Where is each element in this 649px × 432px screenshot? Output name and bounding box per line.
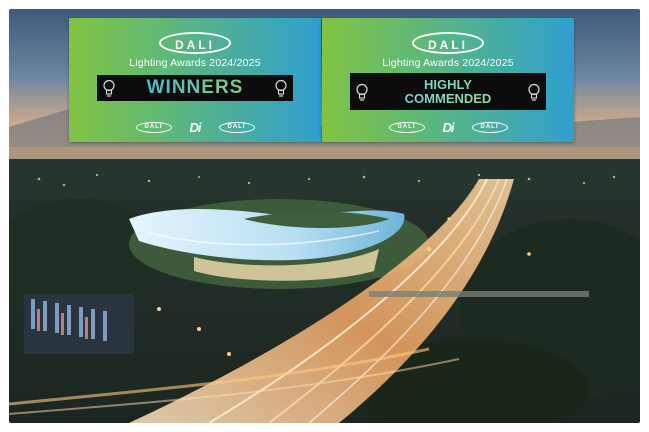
di-logo: Di xyxy=(442,119,455,135)
di-logo: Di xyxy=(189,119,202,135)
dali-logo: DALI xyxy=(135,121,172,133)
status-label: WINNERS xyxy=(121,75,269,101)
dali-logo: DALI xyxy=(218,121,255,133)
dali-logo: DALI xyxy=(159,32,231,54)
dali-logo: DALI xyxy=(388,121,425,133)
award-title: Lighting Awards 2024/2025 xyxy=(382,57,514,69)
partner-logos: DALI Di DALI xyxy=(69,119,321,135)
winners-award-badge: DALI Lighting Awards 2024/2025 WINNERS D… xyxy=(69,18,321,142)
status-plate: WINNERS xyxy=(97,75,293,101)
highly-commended-award-badge: DALI Lighting Awards 2024/2025 HIGHLY CO… xyxy=(322,18,574,142)
lightbulb-icon xyxy=(528,83,540,101)
status-plate: HIGHLY COMMENDED xyxy=(350,73,546,110)
lightbulb-icon xyxy=(103,79,115,97)
award-title: Lighting Awards 2024/2025 xyxy=(129,57,261,69)
lightbulb-icon xyxy=(356,83,368,101)
partner-logos: DALI Di DALI xyxy=(322,119,574,135)
dali-logo: DALI xyxy=(412,32,484,54)
status-label: HIGHLY COMMENDED xyxy=(374,73,522,110)
lightbulb-icon xyxy=(275,79,287,97)
dali-logo: DALI xyxy=(471,121,508,133)
